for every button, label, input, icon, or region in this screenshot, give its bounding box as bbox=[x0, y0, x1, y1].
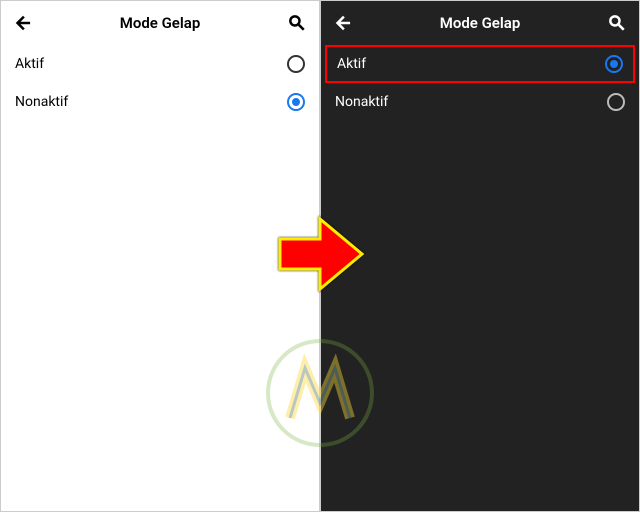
radio-icon bbox=[607, 93, 625, 111]
radio-icon bbox=[287, 93, 305, 111]
back-button[interactable] bbox=[331, 13, 355, 33]
arrow-left-icon bbox=[13, 13, 33, 33]
option-nonaktif[interactable]: Nonaktif bbox=[321, 83, 639, 121]
search-icon bbox=[607, 13, 627, 33]
radio-icon bbox=[605, 55, 623, 73]
header: Mode Gelap bbox=[321, 1, 639, 45]
radio-icon bbox=[287, 55, 305, 73]
arrow-right-icon bbox=[270, 204, 370, 304]
arrow-left-icon bbox=[333, 13, 353, 33]
option-aktif[interactable]: Aktif bbox=[325, 45, 635, 83]
option-aktif[interactable]: Aktif bbox=[1, 45, 319, 83]
back-button[interactable] bbox=[11, 13, 35, 33]
page-title: Mode Gelap bbox=[35, 14, 285, 32]
option-label: Aktif bbox=[15, 56, 44, 72]
option-label: Aktif bbox=[337, 56, 366, 72]
search-button[interactable] bbox=[605, 13, 629, 33]
search-button[interactable] bbox=[285, 13, 309, 33]
header: Mode Gelap bbox=[1, 1, 319, 45]
option-nonaktif[interactable]: Nonaktif bbox=[1, 83, 319, 121]
page-title: Mode Gelap bbox=[355, 14, 605, 32]
watermark-logo bbox=[265, 338, 375, 452]
transition-arrow bbox=[270, 204, 370, 308]
option-label: Nonaktif bbox=[335, 94, 388, 110]
search-icon bbox=[287, 13, 307, 33]
option-label: Nonaktif bbox=[15, 94, 68, 110]
